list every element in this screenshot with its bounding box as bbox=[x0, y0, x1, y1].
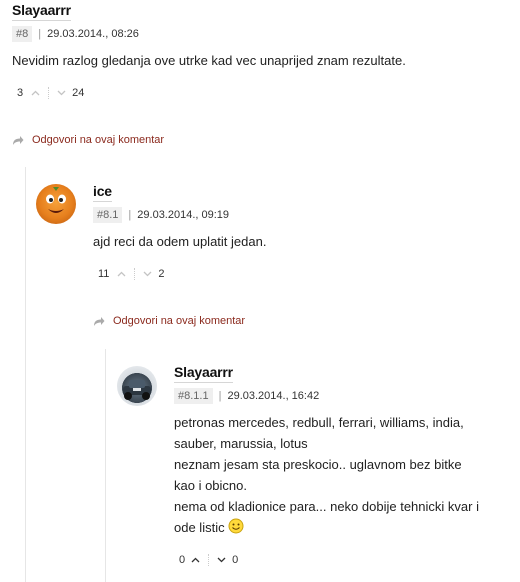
comment-line-with-smiley: ode listic bbox=[174, 517, 504, 538]
comment-date: 29.03.2014., 09:19 bbox=[137, 209, 230, 221]
comment-author[interactable]: Slayaarrr bbox=[12, 2, 71, 21]
downvote-count: 2 bbox=[158, 268, 165, 280]
vote-bar: 0 0 bbox=[179, 554, 238, 566]
comment-meta: #8.1 | 29.03.2014., 09:19 bbox=[93, 207, 229, 223]
comment-body: ajd reci da odem uplatit jedan. bbox=[93, 231, 493, 252]
chevron-down-icon[interactable] bbox=[57, 87, 66, 99]
comment-line: sauber, marussia, lotus bbox=[174, 436, 308, 451]
comment-author[interactable]: Slayaarrr bbox=[174, 364, 233, 383]
chevron-down-icon[interactable] bbox=[143, 268, 152, 280]
upvote-count: 0 bbox=[179, 554, 186, 566]
reply-label: Odgovori na ovaj komentar bbox=[32, 134, 165, 146]
downvote-count: 24 bbox=[72, 87, 85, 99]
meta-separator: | bbox=[128, 209, 132, 221]
reply-link[interactable]: Odgovori na ovaj komentar bbox=[93, 315, 245, 327]
comment-meta: #8 | 29.03.2014., 08:26 bbox=[12, 26, 139, 42]
comment-line: nema od kladionice para... neko dobije t… bbox=[174, 499, 479, 514]
vote-divider bbox=[208, 554, 210, 566]
comment-body: Nevidim razlog gledanja ove utrke kad ve… bbox=[12, 50, 502, 71]
meta-separator: | bbox=[218, 390, 222, 402]
avatar[interactable] bbox=[117, 366, 157, 406]
chevron-up-icon[interactable] bbox=[191, 554, 200, 566]
upvote-count: 3 bbox=[17, 87, 24, 99]
comment-line: petronas mercedes, redbull, ferrari, wil… bbox=[174, 415, 464, 430]
reply-arrow-icon bbox=[13, 135, 24, 145]
chevron-down-icon[interactable] bbox=[217, 554, 226, 566]
downvote-count: 0 bbox=[232, 554, 239, 566]
reply-arrow-icon bbox=[94, 316, 105, 326]
chevron-up-icon[interactable] bbox=[117, 268, 126, 280]
vote-divider bbox=[134, 268, 136, 280]
comment-number-badge[interactable]: #8.1.1 bbox=[174, 388, 213, 404]
reply-link[interactable]: Odgovori na ovaj komentar bbox=[12, 134, 164, 146]
comment-date: 29.03.2014., 16:42 bbox=[227, 390, 320, 402]
orange-face-icon bbox=[46, 187, 66, 213]
comment-author[interactable]: ice bbox=[93, 183, 112, 202]
vote-bar: 3 24 bbox=[17, 87, 84, 99]
comment-date: 29.03.2014., 08:26 bbox=[47, 28, 139, 40]
comment-number-badge[interactable]: #8 bbox=[12, 26, 33, 42]
smiley-icon bbox=[228, 518, 244, 533]
chevron-up-icon[interactable] bbox=[31, 87, 40, 99]
car-photo-icon bbox=[123, 380, 151, 400]
thread-line-level-2 bbox=[105, 349, 106, 582]
avatar[interactable] bbox=[36, 184, 76, 224]
meta-separator: | bbox=[38, 28, 42, 40]
comment-meta: #8.1.1 | 29.03.2014., 16:42 bbox=[174, 388, 319, 404]
comment-line: Nevidim razlog gledanja ove utrke kad ve… bbox=[12, 53, 406, 68]
reply-label: Odgovori na ovaj komentar bbox=[113, 315, 246, 327]
comment-line: neznam jesam sta preskocio.. uglavnom be… bbox=[174, 457, 462, 472]
upvote-count: 11 bbox=[98, 268, 110, 280]
comment-line: ajd reci da odem uplatit jedan. bbox=[93, 234, 267, 249]
vote-bar: 11 2 bbox=[98, 268, 165, 280]
comment-line: ode listic bbox=[174, 520, 225, 535]
comment-number-badge[interactable]: #8.1 bbox=[93, 207, 123, 223]
thread-line-level-1 bbox=[25, 167, 26, 582]
comment-line: kao i obicno. bbox=[174, 478, 247, 493]
vote-divider bbox=[48, 87, 50, 99]
comment-body: petronas mercedes, redbull, ferrari, wil… bbox=[174, 412, 504, 538]
